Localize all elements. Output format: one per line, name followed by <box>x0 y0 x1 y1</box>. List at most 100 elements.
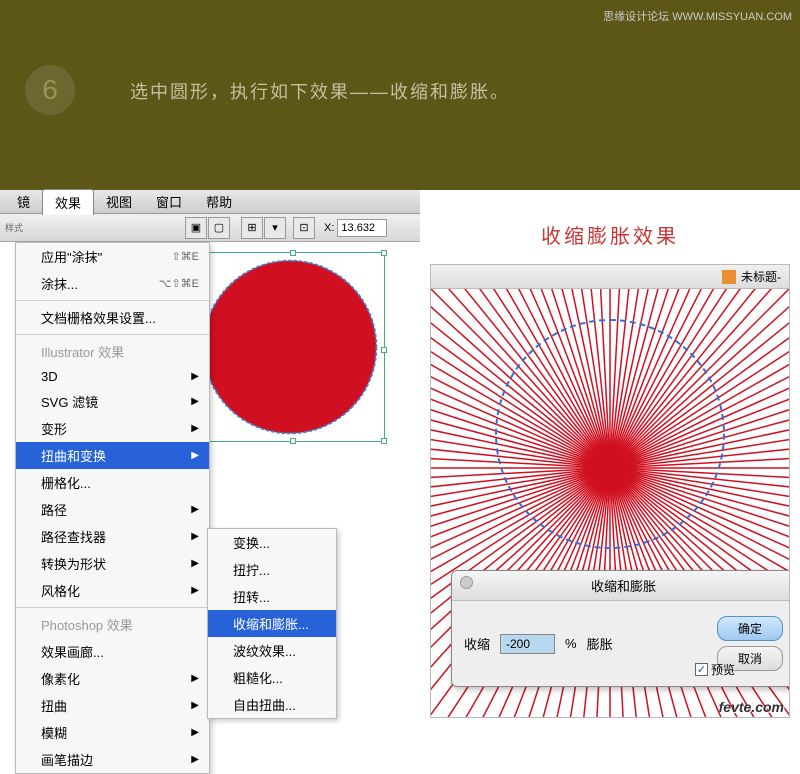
menu-label: 路径 <box>41 500 67 519</box>
submenu-item[interactable]: 收缩和膨胀... <box>208 610 336 637</box>
result-title: 收缩膨胀效果 <box>430 220 790 249</box>
submenu-arrow-icon: ▶ <box>191 450 199 461</box>
menu-label: 扭曲 <box>41 696 67 715</box>
menu-item[interactable]: 应用"涂抹"⇧⌘E <box>16 243 209 270</box>
tool-selection-icon[interactable]: ▣ <box>185 217 207 239</box>
checkbox-icon[interactable]: ✓ <box>695 663 708 676</box>
document-tab[interactable]: 未标题- <box>430 264 790 288</box>
expand-label: 膨胀 <box>587 634 613 653</box>
submenu-item[interactable]: 波纹效果... <box>208 637 336 664</box>
menu-label: 3D <box>41 369 58 384</box>
menu-item[interactable]: 风格化 ▶ <box>16 577 209 604</box>
submenu-arrow-icon: ▶ <box>191 531 199 542</box>
resize-handle[interactable] <box>381 347 387 353</box>
menu-label: 扭曲和变换 <box>41 446 106 465</box>
preview-checkbox-row[interactable]: ✓ 预览 <box>695 661 735 678</box>
watermark-text: 思缘设计论坛 WWW.MISSYUAN.COM <box>603 8 792 24</box>
preview-label: 预览 <box>711 661 735 678</box>
menu-item[interactable]: 变形 ▶ <box>16 415 209 442</box>
selection-circle <box>495 319 725 549</box>
x-label: X: <box>324 222 334 234</box>
resize-handle[interactable] <box>381 438 387 444</box>
menu-label: 风格化 <box>41 581 80 600</box>
illustrator-screenshot: 镜 效果 视图 窗口 帮助 样式 ▣ ▢ ⊞ ▾ ⊡ X: <box>0 190 420 728</box>
brand-sub: 飞特教程网 <box>729 715 784 718</box>
menu-item[interactable]: 模糊▶ <box>16 719 209 746</box>
x-coord-input[interactable] <box>337 219 387 237</box>
tool-dropdown-icon[interactable]: ▾ <box>264 217 286 239</box>
submenu-arrow-icon: ▶ <box>191 396 199 407</box>
menu-item[interactable]: 扭曲 ▶ <box>16 692 209 719</box>
submenu-arrow-icon: ▶ <box>191 754 199 765</box>
pucker-bloat-dialog: 收缩和膨胀 收缩 % 膨胀 确定 取消 ✓ 预览 <box>451 570 790 687</box>
menu-item[interactable]: 像素化▶ <box>16 665 209 692</box>
menu-label: 涂抹... <box>41 274 78 293</box>
menu-label: 模糊 <box>41 723 67 742</box>
menu-item[interactable]: 路径 ▶ <box>16 496 209 523</box>
menu-label: 变形 <box>41 419 67 438</box>
submenu-arrow-icon: ▶ <box>191 700 199 711</box>
submenu-arrow-icon: ▶ <box>191 504 199 515</box>
style-label: 样式 <box>5 221 25 234</box>
result-canvas[interactable]: 收缩和膨胀 收缩 % 膨胀 确定 取消 ✓ 预览 <box>430 288 790 718</box>
menu-item[interactable]: 画笔描边▶ <box>16 746 209 773</box>
step-number: 6 <box>25 65 75 115</box>
tool-align-icon[interactable]: ⊞ <box>241 217 263 239</box>
submenu-item[interactable]: 自由扭曲... <box>208 691 336 718</box>
dialog-title-text: 收缩和膨胀 <box>591 579 656 594</box>
menu-item[interactable]: 3D ▶ <box>16 365 209 388</box>
menu-item[interactable]: 效果画廊... <box>16 638 209 665</box>
effect-menu: 应用"涂抹"⇧⌘E 涂抹... ⌥⇧⌘E 文档栅格效果设置... Illustrator… <box>15 242 210 774</box>
menu-item[interactable]: 扭曲和变换 ▶ <box>16 442 209 469</box>
menu-label: 栅格化... <box>41 473 91 492</box>
menu-item[interactable]: 路径查找器▶ <box>16 523 209 550</box>
menu-item[interactable]: SVG 滤镜▶ <box>16 388 209 415</box>
menu-item[interactable]: 文档栅格效果设置... <box>16 304 209 331</box>
menu-item[interactable]: 转换为形状 ▶ <box>16 550 209 577</box>
ok-button[interactable]: 确定 <box>717 616 783 641</box>
menu-item[interactable]: 栅格化... <box>16 469 209 496</box>
shrink-label: 收缩 <box>464 634 490 653</box>
step-instruction: 选中圆形，执行如下效果——收缩和膨胀。 <box>130 78 510 104</box>
submenu-arrow-icon: ▶ <box>191 371 199 382</box>
resize-handle[interactable] <box>290 438 296 444</box>
menu-label: 转换为形状 <box>41 554 106 573</box>
percent-label: % <box>565 636 577 651</box>
submenu-item[interactable]: 扭转... <box>208 583 336 610</box>
menu-view[interactable]: 视图 <box>94 189 144 214</box>
menu-item: Illustrator 效果 <box>16 338 209 365</box>
submenu-arrow-icon: ▶ <box>191 558 199 569</box>
shortcut: ⌥⇧⌘E <box>159 277 199 290</box>
submenu-arrow-icon: ▶ <box>191 423 199 434</box>
menu-label: 文档栅格效果设置... <box>41 308 156 327</box>
resize-handle[interactable] <box>290 250 296 256</box>
menu-bar: 镜 效果 视图 窗口 帮助 <box>0 190 420 214</box>
dialog-titlebar: 收缩和膨胀 <box>452 571 790 601</box>
value-input[interactable] <box>500 634 555 654</box>
menu-help[interactable]: 帮助 <box>194 189 244 214</box>
menu-effect[interactable]: 效果 <box>42 189 94 215</box>
menu-mirror[interactable]: 镜 <box>5 189 42 214</box>
menu-label: Photoshop 效果 <box>41 615 133 634</box>
brand-watermark: fevte.com <box>719 699 784 715</box>
tool-transform-icon[interactable]: ⊡ <box>293 217 315 239</box>
close-button[interactable] <box>460 576 473 589</box>
distort-transform-submenu: 变换...扭拧...扭转...收缩和膨胀...波纹效果...粗糙化...自由扭曲… <box>207 528 337 719</box>
menu-window[interactable]: 窗口 <box>144 189 194 214</box>
menu-label: Illustrator 效果 <box>41 342 124 361</box>
selection-bounds <box>195 252 385 442</box>
menu-item[interactable]: 涂抹... ⌥⇧⌘E <box>16 270 209 297</box>
menu-item: Photoshop 效果 <box>16 611 209 638</box>
menu-label: 效果画廊... <box>41 642 104 661</box>
document-name: 未标题- <box>741 268 781 285</box>
submenu-item[interactable]: 扭拧... <box>208 556 336 583</box>
options-bar: 样式 ▣ ▢ ⊞ ▾ ⊡ X: <box>0 214 420 242</box>
document-icon <box>722 270 736 284</box>
submenu-item[interactable]: 粗糙化... <box>208 664 336 691</box>
resize-handle[interactable] <box>381 250 387 256</box>
shortcut: ⇧⌘E <box>171 250 199 263</box>
submenu-arrow-icon: ▶ <box>191 673 199 684</box>
submenu-item[interactable]: 变换... <box>208 529 336 556</box>
submenu-arrow-icon: ▶ <box>191 585 199 596</box>
tool-direct-icon[interactable]: ▢ <box>208 217 230 239</box>
